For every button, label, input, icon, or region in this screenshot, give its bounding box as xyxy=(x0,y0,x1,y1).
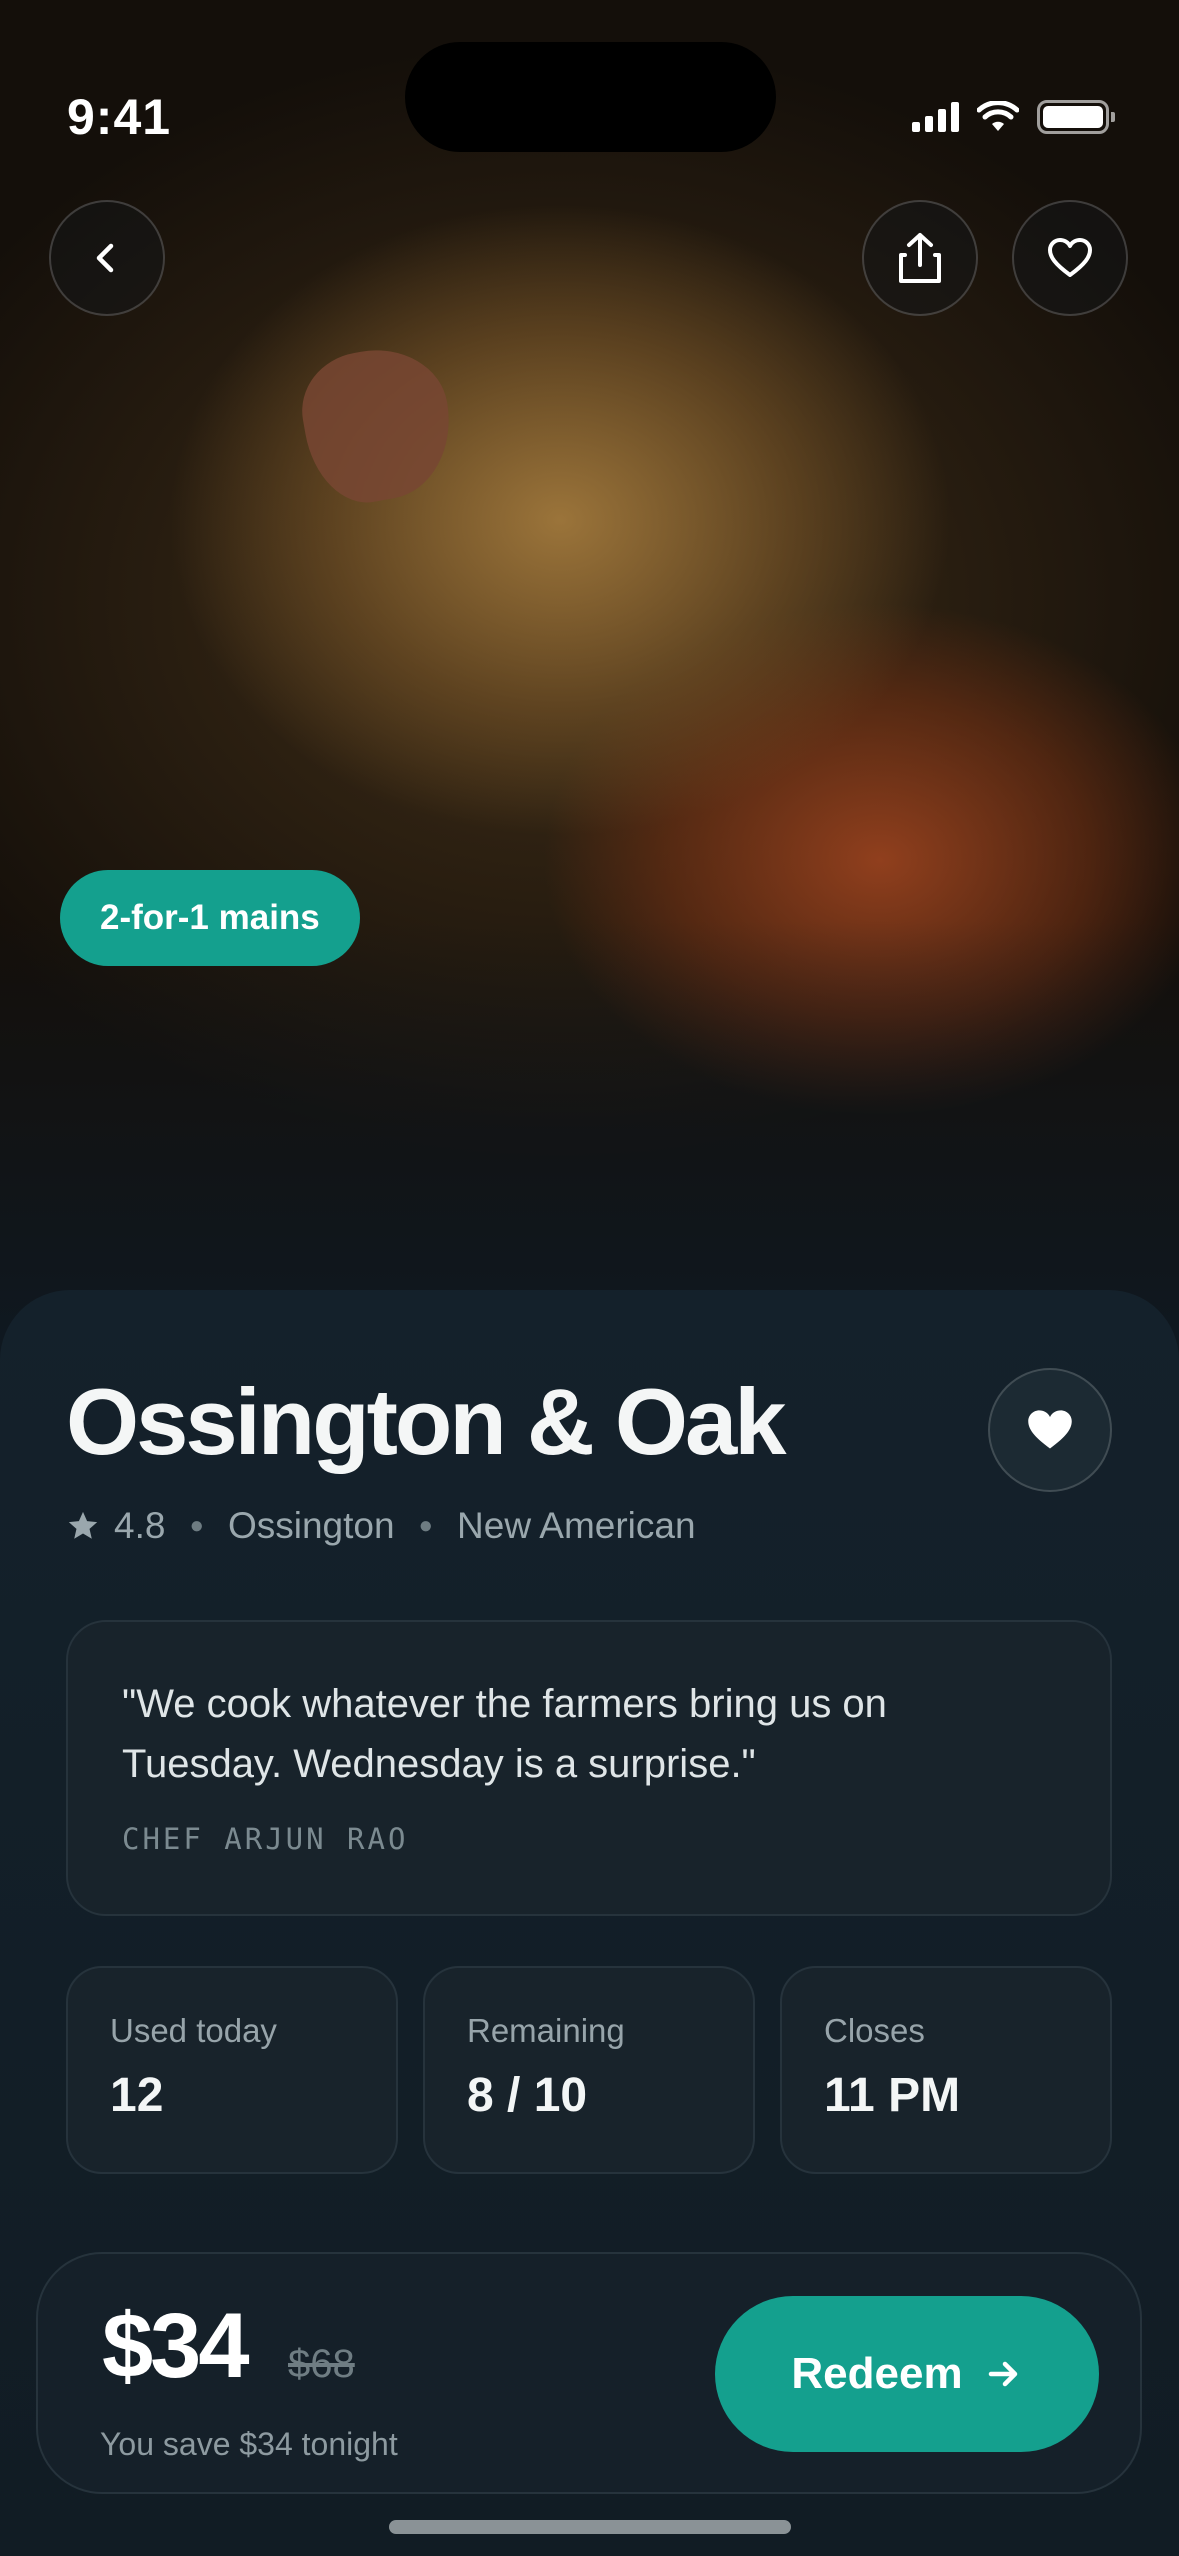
battery-icon xyxy=(1037,100,1115,134)
wifi-icon xyxy=(977,101,1019,131)
purchase-bar: $34 $68 You save $34 tonight Redeem xyxy=(36,2252,1142,2494)
star-icon xyxy=(68,1511,98,1539)
stat-card-remaining: Remaining 8 / 10 xyxy=(423,1966,755,2174)
stat-label: Closes xyxy=(824,2012,925,2049)
rating-value: 4.8 xyxy=(114,1505,166,1546)
separator-dot: ● xyxy=(189,1512,204,1539)
neighborhood: Ossington xyxy=(227,1505,395,1546)
hero-food-detail xyxy=(293,338,462,512)
stat-value: 11 PM xyxy=(824,2069,961,2122)
favorite-button[interactable] xyxy=(988,1368,1112,1492)
heart-filled-icon xyxy=(1028,1410,1072,1449)
chef-quote-card: "We cook whatever the farmers bring us o… xyxy=(66,1620,1112,1916)
deal-price: $34 xyxy=(102,2295,249,2397)
stat-value: 12 xyxy=(110,2069,164,2122)
offer-pill: 2-for-1 mains xyxy=(60,870,360,966)
savings-text: You save $34 tonight xyxy=(100,2426,398,2462)
stat-value: 8 / 10 xyxy=(467,2069,588,2122)
home-indicator xyxy=(389,2520,791,2534)
status-time: 9:41 xyxy=(67,89,172,145)
save-button[interactable] xyxy=(1012,200,1128,316)
original-price: $68 xyxy=(288,2342,355,2386)
share-icon xyxy=(899,233,941,283)
hero-gradient xyxy=(0,920,1179,1340)
arrow-right-icon xyxy=(988,2361,1017,2387)
cuisine: New American xyxy=(457,1505,696,1546)
restaurant-name: Ossington & Oak xyxy=(66,1369,787,1474)
quote-author: CHEF ARJUN RAO xyxy=(122,1822,409,1856)
status-icons xyxy=(912,100,1115,134)
hero-image xyxy=(0,0,1179,1340)
stat-label: Remaining xyxy=(467,2012,625,2049)
back-button[interactable] xyxy=(49,200,165,316)
dynamic-island xyxy=(405,42,776,152)
redeem-label: Redeem xyxy=(791,2349,963,2398)
stat-card-used-today: Used today 12 xyxy=(66,1966,398,2174)
stat-label: Used today xyxy=(110,2012,277,2049)
quote-text: "We cook whatever the farmers bring us o… xyxy=(122,1682,887,1786)
back-chevron-icon xyxy=(96,243,114,273)
stat-card-closes: Closes 11 PM xyxy=(780,1966,1112,2174)
restaurant-meta: 4.8 ● Ossington ● New American xyxy=(66,1505,696,1547)
redeem-button[interactable]: Redeem xyxy=(715,2296,1099,2452)
heart-outline-icon xyxy=(1048,238,1092,277)
separator-dot: ● xyxy=(418,1512,434,1539)
signal-icon xyxy=(912,102,959,132)
share-button[interactable] xyxy=(862,200,978,316)
